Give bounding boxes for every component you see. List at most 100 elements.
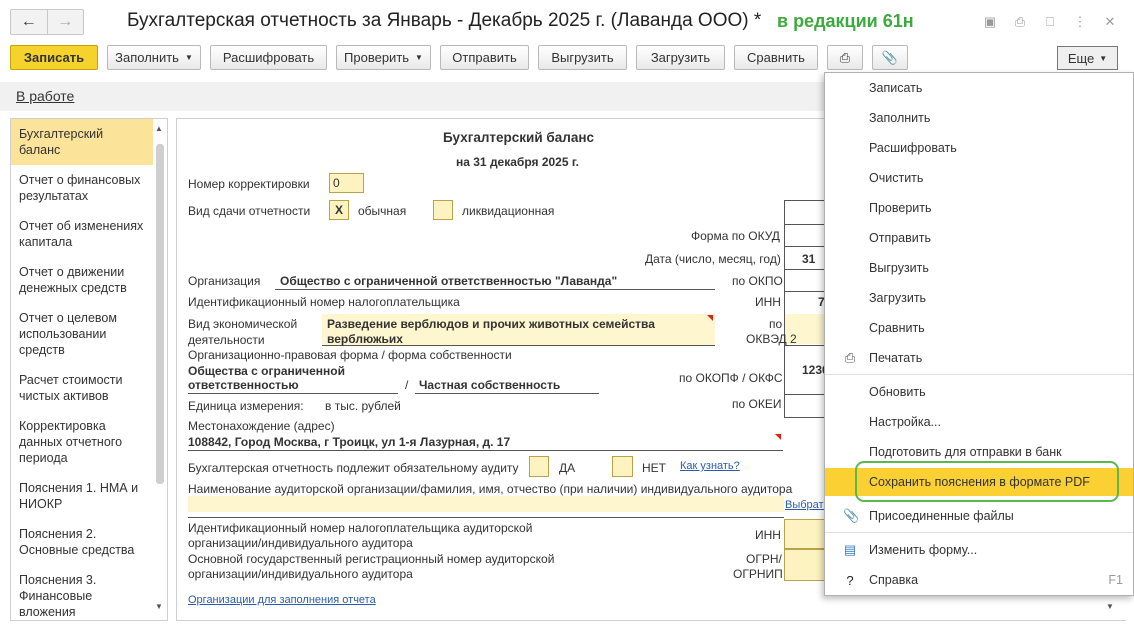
print-icon[interactable]: ⎙	[1010, 13, 1030, 31]
orgs-for-report-link[interactable]: Организации для заполнения отчета	[188, 594, 376, 606]
form-date-line: на 31 декабря 2025 г.	[456, 155, 579, 169]
printer-icon: ⎙	[839, 49, 851, 65]
nav-item[interactable]: Корректировка данных отчетного периода	[11, 411, 153, 473]
okud-label: Форма по ОКУД	[691, 229, 780, 243]
scroll-down-icon[interactable]: ▼	[1106, 602, 1114, 611]
form-icon: ▤	[843, 542, 857, 557]
fill-button[interactable]: Заполнить ▼	[107, 45, 201, 70]
form-heading: Бухгалтерский баланс	[443, 130, 594, 145]
ogrn-label: ОГРН/	[746, 552, 782, 566]
upload-button[interactable]: Выгрузить	[538, 45, 627, 70]
scroll-up-icon[interactable]: ▲	[155, 124, 163, 133]
menu-item-label: Расшифровать	[869, 141, 957, 155]
paperclip-icon: 📎	[843, 508, 860, 523]
status-link[interactable]: В работе	[16, 88, 74, 104]
upload-button-label: Выгрузить	[551, 50, 614, 65]
send-button[interactable]: Отправить	[440, 45, 529, 70]
more-button[interactable]: Еще ▼	[1057, 46, 1118, 70]
address-value: 108842, Город Москва, г Троицк, ул 1-я Л…	[188, 435, 511, 449]
menu-item-label: Выгрузить	[869, 261, 929, 275]
menu-item-upload[interactable]: Выгрузить	[825, 254, 1133, 282]
load-button[interactable]: Загрузить	[636, 45, 725, 70]
how-to-know-link[interactable]: Как узнать?	[680, 460, 740, 472]
nav-item[interactable]: Отчет об изменениях капитала	[11, 211, 153, 257]
command-bar: Записать Заполнить ▼ Расшифровать Провери…	[10, 45, 908, 71]
menu-item-load[interactable]: Загрузить	[825, 284, 1133, 312]
menu-item-save[interactable]: Записать	[825, 74, 1133, 102]
correction-field[interactable]: 0	[329, 173, 364, 193]
menu-item-decode[interactable]: Расшифровать	[825, 134, 1133, 162]
auditor-inn-short: ИНН	[755, 528, 781, 542]
nav-item[interactable]: Пояснения 3. Финансовые вложения	[11, 565, 153, 620]
legal-form-label: Организационно-правовая форма / форма со…	[188, 348, 512, 362]
preview-icon[interactable]: ⎕	[1040, 13, 1060, 31]
nav-item[interactable]: Отчет о финансовых результатах	[11, 165, 153, 211]
chevron-down-icon: ▼	[415, 53, 423, 62]
menu-item-settings[interactable]: Настройка...	[825, 408, 1133, 436]
highlight-ring	[855, 461, 1119, 502]
compare-button-label: Сравнить	[747, 50, 805, 65]
menu-item-label: Проверить	[869, 201, 932, 215]
window-titlebar: ← → Бухгалтерская отчетность за Январь -…	[0, 0, 1134, 44]
menu-item-label: Печатать	[869, 351, 923, 365]
liquidation-checkbox[interactable]	[433, 200, 453, 220]
more-menu: Записать Заполнить Расшифровать Очистить…	[824, 72, 1134, 596]
legal-form-value-2: ответственностью	[188, 378, 299, 392]
submission-label: Вид сдачи отчетности	[188, 204, 311, 218]
send-button-label: Отправить	[452, 50, 517, 65]
menu-item-check[interactable]: Проверить	[825, 194, 1133, 222]
menu-item-clear[interactable]: Очистить	[825, 164, 1133, 192]
window-title: Бухгалтерская отчетность за Январь - Дек…	[127, 10, 762, 31]
scroll-thumb[interactable]	[156, 144, 164, 484]
nav-item[interactable]: Пояснения 2. Основные средства	[11, 519, 153, 565]
save-icon[interactable]: ▣	[980, 13, 1000, 31]
edition-note: в редакции 61н	[777, 11, 914, 31]
legal-form-underline	[188, 393, 398, 394]
activity-label-2: деятельности	[188, 333, 265, 347]
menu-item-refresh[interactable]: Обновить	[825, 378, 1133, 406]
menu-item-change-form[interactable]: ▤ Изменить форму...	[825, 536, 1133, 564]
menu-item-label: Обновить	[869, 385, 926, 399]
decode-button[interactable]: Расшифровать	[210, 45, 327, 70]
menu-item-label: Отправить	[869, 231, 931, 245]
audit-no-checkbox[interactable]	[612, 456, 633, 477]
menu-item-send[interactable]: Отправить	[825, 224, 1133, 252]
activity-value: Разведение верблюдов и прочих животных с…	[327, 317, 655, 331]
audit-yes-label: ДА	[559, 461, 576, 475]
nav-item[interactable]: Расчет стоимости чистых активов	[11, 365, 153, 411]
fill-button-label: Заполнить	[115, 50, 179, 65]
auditor-ogrn-label-2: организации/индивидуального аудитора	[188, 567, 413, 581]
audit-yes-checkbox[interactable]	[529, 456, 549, 477]
menu-item-attached-files[interactable]: 📎 Присоединенные файлы	[825, 502, 1133, 530]
nav-item[interactable]: Пояснения 1. НМА и НИОКР	[11, 473, 153, 519]
scroll-down-icon[interactable]: ▼	[155, 602, 163, 611]
save-button[interactable]: Записать	[10, 45, 98, 70]
auditor-name-field[interactable]	[188, 496, 784, 512]
arrow-left-icon[interactable]: ←	[11, 10, 48, 34]
liquidation-label: ликвидационная	[462, 204, 555, 218]
close-icon[interactable]: ✕	[1100, 13, 1120, 31]
nav-item[interactable]: Бухгалтерский баланс	[11, 119, 153, 165]
menu-item-compare[interactable]: Сравнить	[825, 314, 1133, 342]
print-button[interactable]: ⎙	[827, 45, 863, 70]
decode-button-label: Расшифровать	[222, 50, 315, 65]
nav-scrollbar[interactable]: ▲ ▼	[154, 120, 166, 620]
menu-item-fill[interactable]: Заполнить	[825, 104, 1133, 132]
section-divider	[188, 517, 784, 518]
compare-button[interactable]: Сравнить	[734, 45, 818, 70]
nav-item[interactable]: Отчет о целевом использовании средств	[11, 303, 153, 365]
nav-item[interactable]: Отчет о движении денежных средств	[11, 257, 153, 303]
choose-link[interactable]: Выбрать	[785, 499, 829, 511]
menu-item-help[interactable]: ? Справка F1	[825, 566, 1133, 594]
menu-separator	[825, 532, 1133, 533]
menu-item-print[interactable]: ⎙ Печатать	[825, 344, 1133, 372]
menu-item-label: Справка	[869, 573, 919, 587]
menu-item-label: Записать	[869, 81, 923, 95]
check-button[interactable]: Проверить ▼	[336, 45, 431, 70]
correction-value: 0	[333, 176, 340, 190]
regular-checkbox[interactable]: X	[329, 200, 349, 220]
unit-value: в тыс. рублей	[325, 399, 401, 413]
arrow-right-icon[interactable]: →	[48, 10, 84, 34]
menu-dots-icon[interactable]: ⋮	[1070, 13, 1090, 31]
attach-button[interactable]: 📎	[872, 45, 908, 70]
